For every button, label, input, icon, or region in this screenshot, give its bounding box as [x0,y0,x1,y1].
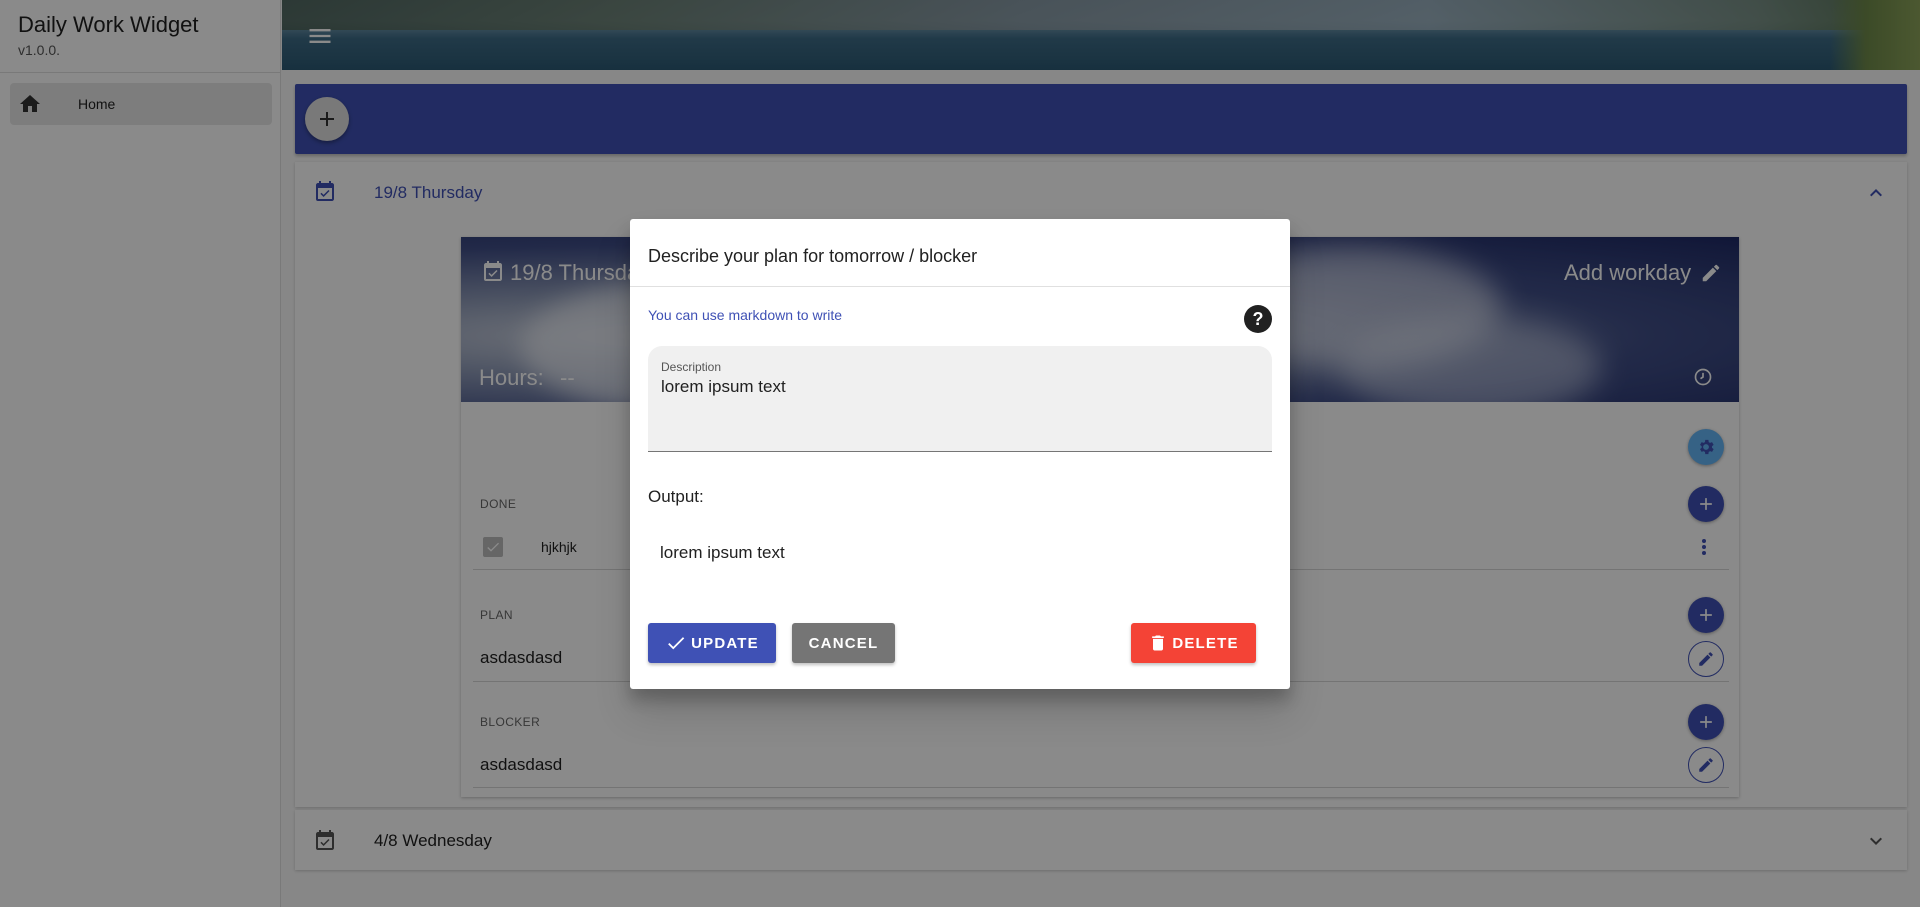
cancel-button[interactable]: CANCEL [792,623,895,663]
description-field[interactable]: Description lorem ipsum text [648,346,1272,452]
dialog-title: Describe your plan for tomorrow / blocke… [648,246,978,266]
update-button[interactable]: UPDATE [648,623,776,663]
output-preview: lorem ipsum text [660,543,785,562]
help-button[interactable]: ? [1244,305,1272,333]
check-icon [668,637,685,650]
markdown-hint-link[interactable]: You can use markdown to write [648,307,842,323]
description-label: Description [661,360,722,374]
dialog-divider [630,286,1290,287]
output-label: Output: [648,487,704,506]
delete-button-label: DELETE [1172,634,1239,652]
cancel-button-label: CANCEL [808,634,879,652]
update-button-label: UPDATE [691,634,759,652]
description-input[interactable]: lorem ipsum text [661,377,786,397]
plan-dialog: Describe your plan for tomorrow / blocke… [630,219,1290,689]
delete-button[interactable]: DELETE [1131,623,1256,663]
trash-icon [1152,635,1165,651]
